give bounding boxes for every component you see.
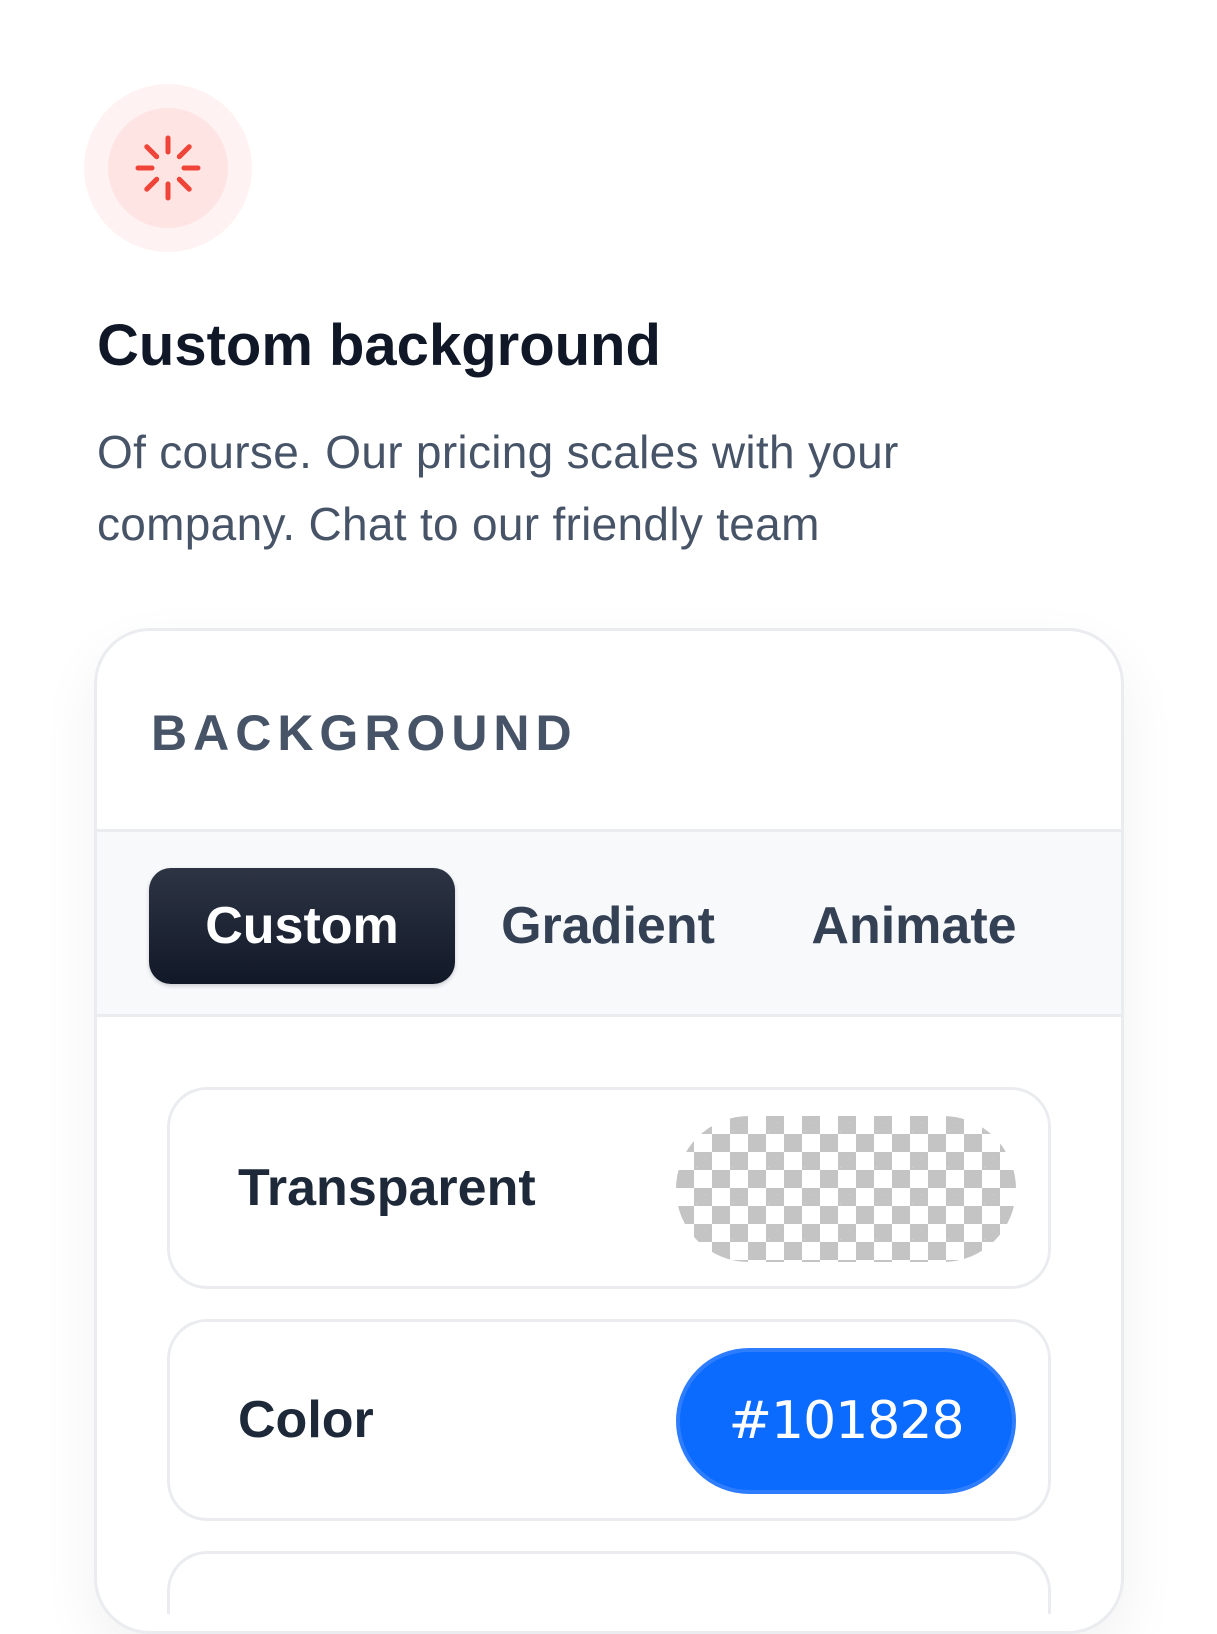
tab-custom[interactable]: Custom — [149, 868, 455, 984]
loading-spinner-icon — [135, 135, 201, 201]
option-next[interactable] — [167, 1551, 1051, 1614]
color-value-button[interactable]: #101828 — [676, 1348, 1016, 1494]
tab-gradient[interactable]: Gradient — [477, 868, 739, 984]
option-transparent[interactable]: Transparent — [167, 1087, 1051, 1289]
background-options: Transparent Color #101828 — [97, 1017, 1121, 1614]
background-settings-card: BACKGROUND Custom Gradient Animate Trans… — [94, 628, 1124, 1634]
transparent-swatch[interactable] — [676, 1116, 1016, 1262]
option-color[interactable]: Color #101828 — [167, 1319, 1051, 1521]
feature-description: Of course. Our pricing scales with your … — [97, 426, 899, 550]
feature-icon-ring — [84, 84, 252, 252]
feature-title: Custom background — [97, 313, 661, 378]
tab-animate[interactable]: Animate — [789, 868, 1039, 984]
option-transparent-label: Transparent — [238, 1159, 536, 1217]
background-type-tabs: Custom Gradient Animate — [97, 832, 1121, 1017]
option-color-label: Color — [238, 1391, 374, 1449]
feature-icon-inner — [108, 108, 228, 228]
card-header-label: BACKGROUND — [151, 705, 578, 761]
card-header: BACKGROUND — [97, 631, 1121, 832]
